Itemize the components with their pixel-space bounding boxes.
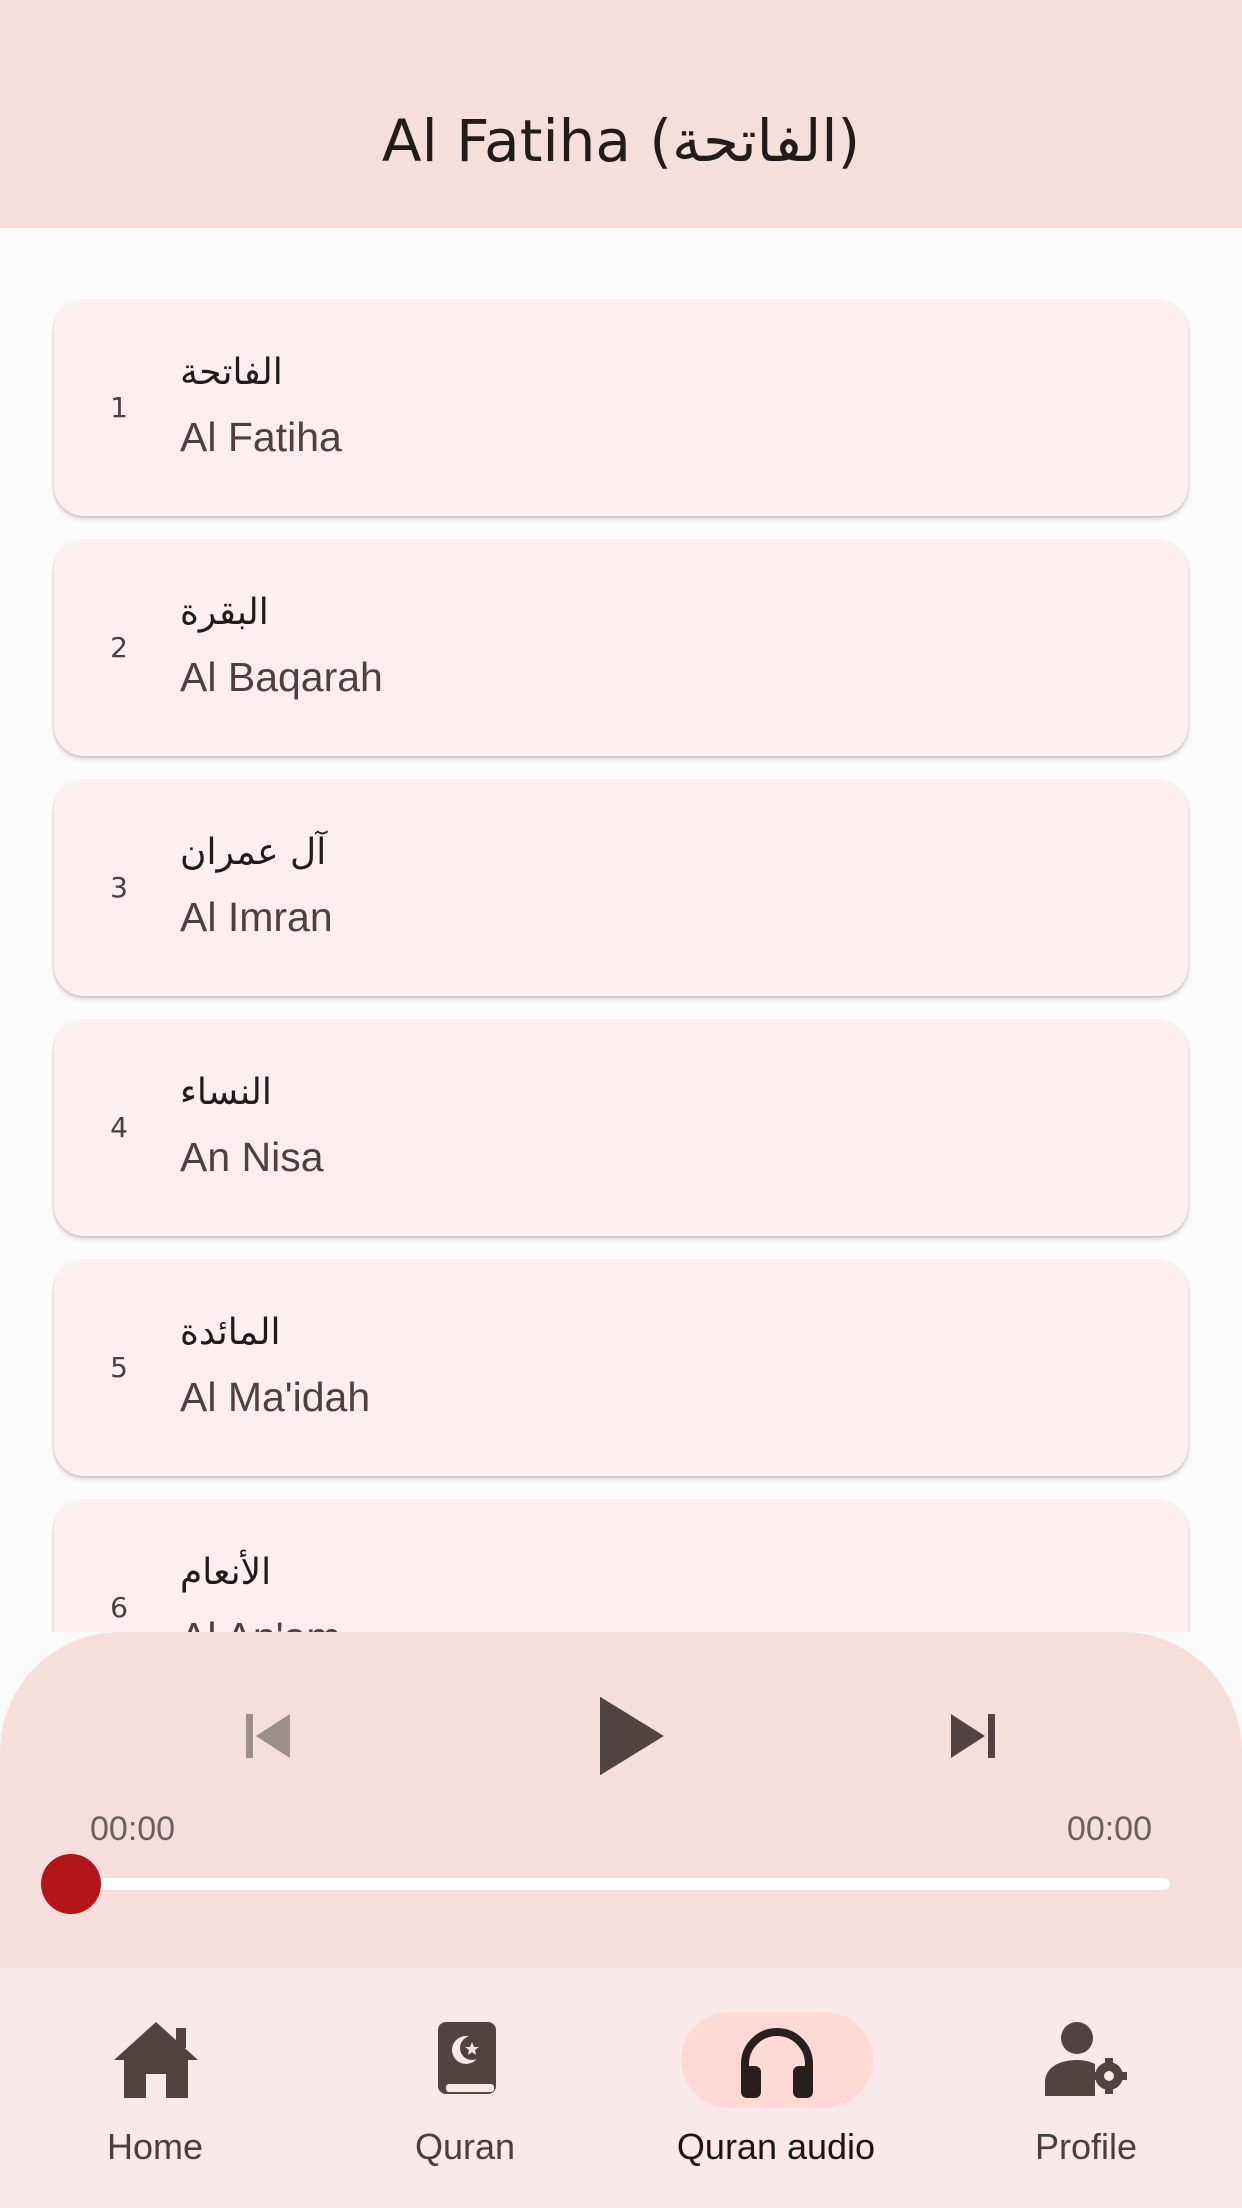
surah-english-name: Al Ma'idah: [180, 1374, 371, 1420]
surah-card-4[interactable]: 4 النساء An Nisa: [54, 1020, 1188, 1236]
surah-card-1[interactable]: 1 الفاتحة Al Fatiha: [54, 300, 1188, 516]
surah-arabic-name: المائدة: [180, 1312, 281, 1353]
skip-previous-icon: [246, 1714, 290, 1758]
user-settings-icon: [1037, 2018, 1137, 2102]
bottom-navigation: Home Quran Quran audio Profile: [0, 1968, 1242, 2208]
seek-thumb[interactable]: [41, 1854, 101, 1914]
surah-card-6[interactable]: 6 الأنعام Al An'am: [54, 1500, 1188, 1632]
surah-arabic-name: البقرة: [180, 592, 269, 633]
surah-english-name: An Nisa: [180, 1134, 324, 1180]
surah-card-5[interactable]: 5 المائدة Al Ma'idah: [54, 1260, 1188, 1476]
skip-next-icon: [951, 1714, 995, 1758]
elapsed-time: 00:00: [90, 1810, 176, 1848]
surah-list[interactable]: 1 الفاتحة Al Fatiha 2 البقرة Al Baqarah …: [0, 228, 1242, 1632]
play-icon: [600, 1696, 664, 1776]
play-button[interactable]: [572, 1680, 684, 1792]
nav-label-profile: Profile: [1034, 2126, 1138, 2167]
headphones-icon: [727, 2018, 827, 2102]
quran-book-icon: [416, 2018, 516, 2102]
surah-arabic-name: آل عمران: [180, 832, 327, 873]
audio-player: 00:00 00:00: [0, 1632, 1242, 1968]
nav-item-quran[interactable]: Quran: [310, 1968, 620, 2208]
surah-number: 1: [110, 391, 128, 424]
surah-arabic-name: الأنعام: [180, 1552, 272, 1593]
surah-english-name: Al Baqarah: [180, 654, 383, 700]
surah-english-name: Al Imran: [180, 894, 333, 940]
surah-number: 5: [110, 1351, 128, 1384]
surah-arabic-name: النساء: [180, 1072, 272, 1113]
nav-item-home[interactable]: Home: [0, 1968, 310, 2208]
surah-arabic-name: الفاتحة: [180, 352, 283, 393]
surah-number: 4: [110, 1111, 128, 1144]
nav-label-home: Home: [106, 2126, 204, 2167]
total-duration: 00:00: [1066, 1810, 1152, 1848]
nav-item-quran-audio[interactable]: Quran audio: [621, 1968, 931, 2208]
surah-number: 6: [110, 1591, 128, 1624]
home-icon: [106, 2018, 206, 2102]
surah-number: 3: [110, 871, 128, 904]
nav-item-profile[interactable]: Profile: [931, 1968, 1241, 2208]
surah-english-name: Al An'am: [180, 1614, 341, 1632]
surah-english-name: Al Fatiha: [180, 414, 342, 460]
surah-card-2[interactable]: 2 البقرة Al Baqarah: [54, 540, 1188, 756]
surah-card-3[interactable]: 3 آل عمران Al Imran: [54, 780, 1188, 996]
nav-label-quran-audio: Quran audio: [676, 2126, 876, 2167]
surah-number: 2: [110, 631, 128, 664]
skip-next-button[interactable]: [923, 1686, 1023, 1786]
app-bar: Al Fatiha (الفاتحة): [0, 0, 1242, 228]
nav-label-quran: Quran: [414, 2126, 516, 2167]
seek-track[interactable]: [72, 1878, 1170, 1890]
skip-previous-button[interactable]: [218, 1686, 318, 1786]
